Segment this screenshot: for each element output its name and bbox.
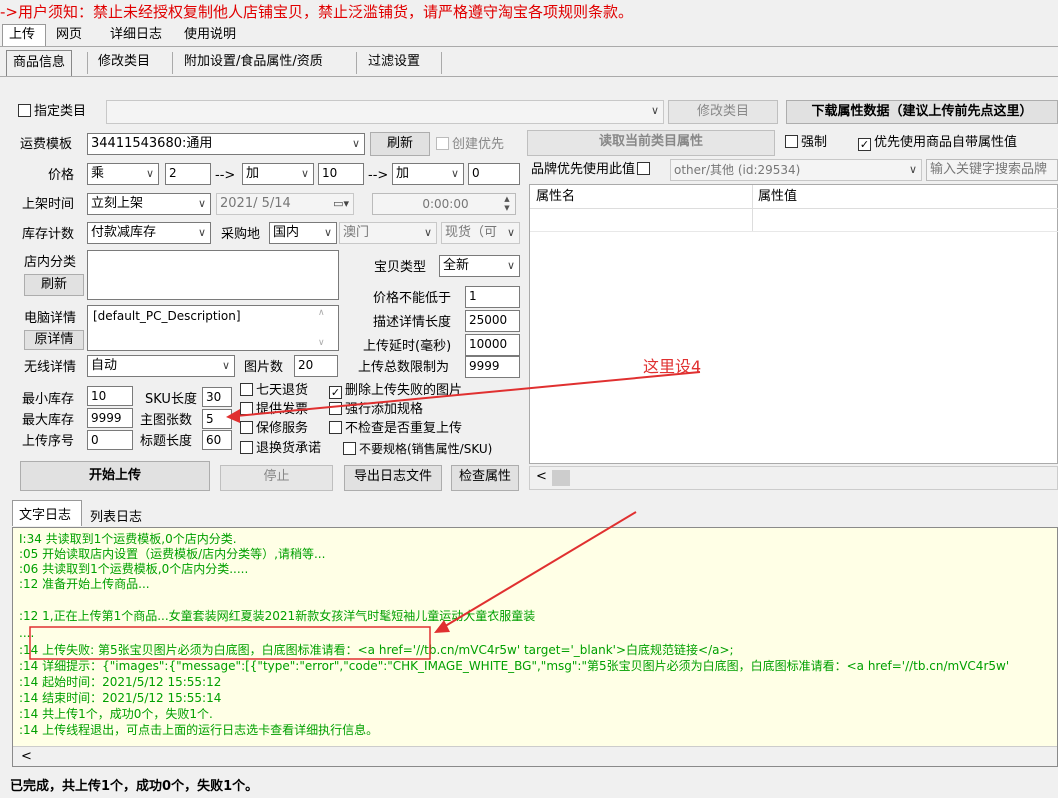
annotation-highlight-box [29, 626, 431, 660]
annotation-overlay [29, 371, 701, 660]
annotation-arrowhead [226, 409, 240, 423]
annotation-arrowhead [434, 620, 450, 633]
annotation-arrow-to-log [441, 511, 637, 629]
annotation-arrow-to-field [235, 371, 701, 417]
